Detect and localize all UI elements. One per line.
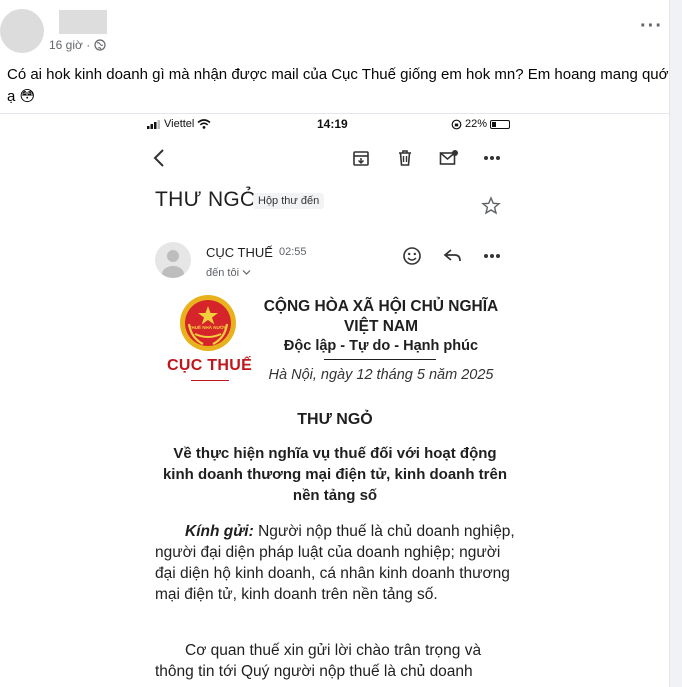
- globe-icon: [94, 39, 106, 51]
- signal-icon: [147, 119, 160, 129]
- battery-percent: 22%: [465, 118, 488, 130]
- recipient-dropdown[interactable]: đến tôi: [206, 267, 251, 279]
- feed-right-edge: [669, 0, 682, 687]
- star-icon[interactable]: [481, 196, 501, 216]
- archive-icon[interactable]: [347, 144, 375, 172]
- letter-title: THƯ NGỎ: [297, 411, 373, 428]
- sender-time: 02:55: [279, 246, 307, 258]
- national-line-1: CỘNG HÒA XÃ HỘI CHỦ NGHĨA: [263, 298, 499, 315]
- national-line-2: VIỆT NAM: [343, 318, 419, 335]
- mark-unread-icon[interactable]: [435, 144, 463, 172]
- post-header: 16 giờ · ···: [0, 0, 682, 60]
- carrier-name: Viettel: [164, 118, 195, 130]
- greeting-label: Kính gửi:: [185, 523, 254, 540]
- reply-icon[interactable]: [441, 244, 465, 268]
- more-options-icon[interactable]: ···: [640, 16, 662, 36]
- email-screenshot[interactable]: Viettel 14:19 22% THƯ NGỎ Hộp thư đến CỤ…: [131, 114, 539, 687]
- author-name-redacted[interactable]: [59, 10, 107, 34]
- orientation-lock-icon: [451, 119, 462, 129]
- wifi-icon: [197, 119, 211, 129]
- brand-name: CỤC THUẾ: [167, 357, 253, 374]
- carrier-group: Viettel: [147, 118, 211, 130]
- motto-underline: [324, 359, 436, 360]
- inbox-label[interactable]: Hộp thư đến: [253, 193, 325, 209]
- status-time: 14:19: [317, 117, 348, 131]
- sender-name[interactable]: CỤC THUẾ: [206, 245, 273, 260]
- recipient-label: đến tôi: [206, 267, 240, 279]
- phone-status-bar: Viettel 14:19 22%: [131, 114, 539, 136]
- battery-icon: [490, 119, 511, 129]
- brand-underline: [191, 380, 229, 381]
- email-subject: THƯ NGỎ: [155, 188, 257, 211]
- svg-text:THUẾ NHÀ NƯỚC: THUẾ NHÀ NƯỚC: [189, 323, 228, 330]
- battery-group: 22%: [451, 118, 511, 130]
- more-actions-icon[interactable]: [480, 244, 504, 268]
- sender-avatar[interactable]: [155, 242, 191, 278]
- battery-fill: [492, 121, 497, 127]
- intro-paragraph: Cơ quan thuế xin gửi lời chào trân trọng…: [155, 642, 482, 680]
- tax-emblem-logo: THUẾ NHÀ NƯỚC: [180, 295, 236, 351]
- post-meta: 16 giờ ·: [49, 38, 106, 52]
- national-motto: Độc lập - Tự do - Hạnh phúc: [283, 338, 479, 354]
- post-text: Có ai hok kinh doanh gì mà nhận được mai…: [7, 66, 669, 105]
- back-icon[interactable]: [145, 144, 173, 172]
- avatar[interactable]: [0, 9, 44, 53]
- more-icon[interactable]: [478, 144, 506, 172]
- greeting-paragraph: Kính gửi: Người nộp thuế là chủ doanh ng…: [155, 521, 515, 605]
- email-toolbar: [131, 144, 539, 174]
- letter-date: Hà Nội, ngày 12 tháng 5 năm 2025: [268, 367, 494, 383]
- chevron-down-icon: [242, 270, 251, 275]
- delete-icon[interactable]: [391, 144, 419, 172]
- letter-subtitle: Về thực hiện nghĩa vụ thuế đối với hoạt …: [162, 445, 508, 504]
- post-time[interactable]: 16 giờ ·: [49, 38, 90, 52]
- emoji-reaction-icon[interactable]: [400, 244, 424, 268]
- national-title: CỘNG HÒA XÃ HỘI CHỦ NGHĨA VIỆT NAM: [251, 297, 511, 337]
